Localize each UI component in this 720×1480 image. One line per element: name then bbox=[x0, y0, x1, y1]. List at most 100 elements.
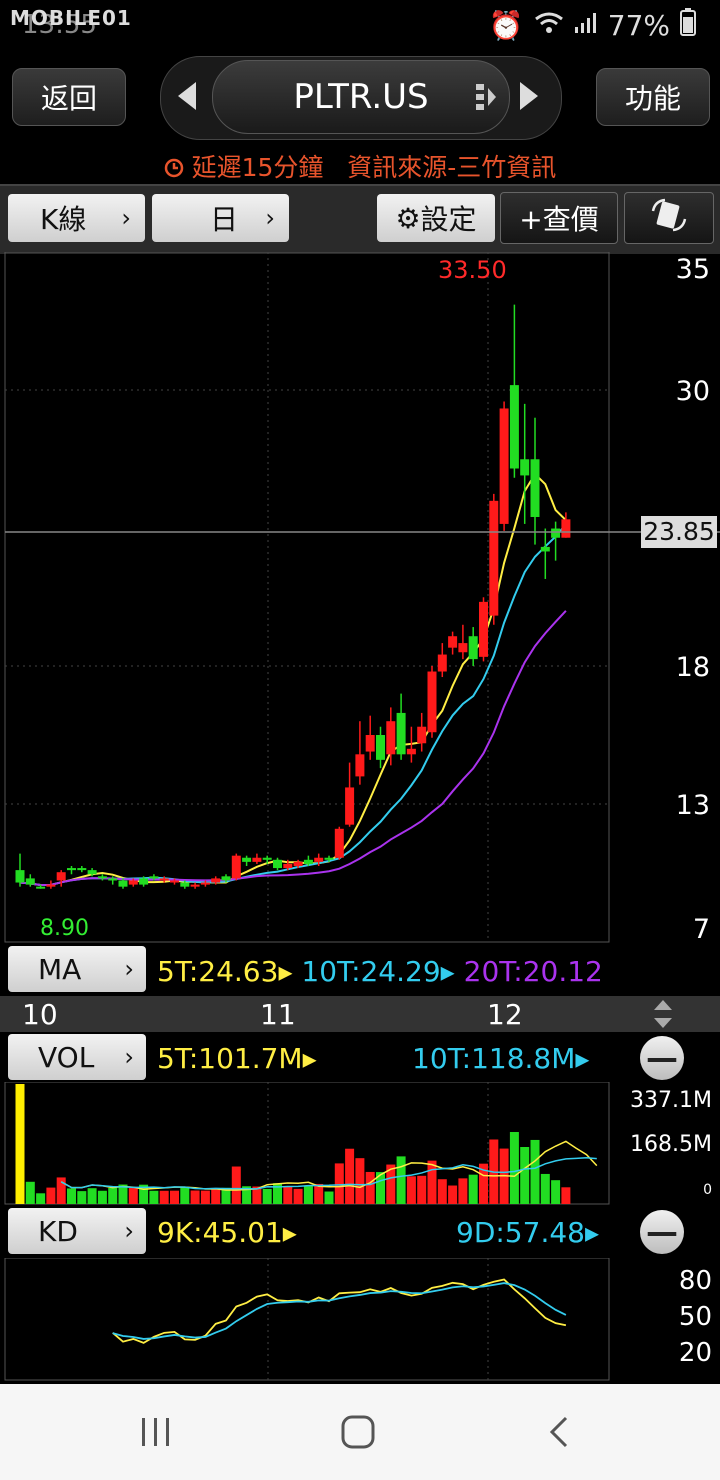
resize-handle-icon[interactable] bbox=[652, 998, 674, 1034]
settings-label: 設定 bbox=[420, 203, 477, 236]
clock-icon bbox=[164, 153, 192, 182]
volume-bar bbox=[283, 1186, 293, 1204]
kline-type-button[interactable]: K線 › bbox=[8, 194, 145, 242]
collapse-kd-button[interactable]: — bbox=[640, 1210, 684, 1254]
x-label-10: 10 bbox=[22, 998, 58, 1031]
volume-bar bbox=[36, 1193, 46, 1204]
chevron-right-icon: › bbox=[265, 204, 275, 232]
candlesticks bbox=[15, 304, 571, 889]
candle-body bbox=[77, 868, 87, 871]
candle-body bbox=[56, 872, 66, 881]
candle-body bbox=[293, 861, 303, 866]
symbol-title[interactable]: PLTR.US bbox=[212, 60, 510, 134]
kd-button[interactable]: KD › bbox=[8, 1208, 146, 1254]
period-button[interactable]: 日 › bbox=[152, 194, 289, 242]
collapse-vol-button[interactable]: — bbox=[640, 1036, 684, 1080]
vol-y-mid: 168.5M bbox=[630, 1132, 712, 1157]
candle-body bbox=[334, 828, 344, 858]
list-icon[interactable] bbox=[476, 82, 498, 116]
back-nav-icon[interactable] bbox=[542, 1414, 578, 1454]
candle-body bbox=[396, 712, 406, 755]
period-label: 日 bbox=[210, 203, 239, 236]
recents-icon[interactable] bbox=[138, 1414, 174, 1454]
y-label-7: 7 bbox=[692, 914, 710, 945]
price-chart[interactable] bbox=[0, 252, 720, 944]
chevron-right-icon: › bbox=[124, 1043, 134, 1071]
chevron-right-icon: › bbox=[121, 204, 131, 232]
volume-bar bbox=[437, 1179, 447, 1204]
vol-y-max: 337.1M bbox=[630, 1088, 712, 1113]
delay-text: 延遲15分鐘 bbox=[191, 153, 324, 182]
status-bar: 13:55 MOBILE01 ⏰ 77% bbox=[0, 0, 720, 48]
ma-button-label: MA bbox=[38, 952, 82, 986]
candle-body bbox=[252, 857, 262, 862]
candle-body bbox=[417, 726, 427, 744]
volume-bar bbox=[67, 1188, 76, 1204]
ma20-value: 20T:20.12 bbox=[463, 955, 603, 988]
watermark-logo: MOBILE01 bbox=[10, 6, 132, 30]
candle-body bbox=[87, 870, 97, 875]
ma10-line bbox=[19, 523, 567, 886]
settings-button[interactable]: ⚙ 設定 bbox=[377, 194, 495, 242]
candle-body bbox=[15, 870, 25, 883]
function-menu-button[interactable]: 功能 bbox=[596, 68, 710, 126]
candle-body bbox=[468, 636, 478, 660]
kd-k-value: 9K:45.01▸ bbox=[157, 1216, 297, 1249]
current-price-tag: 23.85 bbox=[641, 516, 717, 548]
candle-body bbox=[489, 500, 499, 616]
kd-y-80: 80 bbox=[678, 1266, 712, 1296]
kd-button-label: KD bbox=[38, 1214, 78, 1248]
x-label-12: 12 bbox=[487, 998, 523, 1031]
kd-y-20: 20 bbox=[678, 1338, 712, 1368]
candle-body bbox=[273, 859, 282, 869]
volume-bar bbox=[170, 1190, 179, 1204]
candle-body bbox=[345, 787, 355, 825]
next-symbol-icon[interactable] bbox=[516, 80, 542, 116]
volume-bar bbox=[520, 1147, 530, 1204]
x-label-11: 11 bbox=[260, 998, 296, 1031]
volume-bar bbox=[211, 1187, 221, 1204]
prev-symbol-icon[interactable] bbox=[174, 80, 200, 116]
candle-body bbox=[97, 876, 107, 879]
volume-bar bbox=[262, 1188, 272, 1204]
rotate-screen-icon bbox=[649, 197, 689, 240]
candle-body bbox=[427, 671, 437, 733]
vol-y-zero: 0 bbox=[703, 1182, 712, 1198]
kd-lines bbox=[112, 1278, 567, 1344]
quote-button[interactable]: +查價 bbox=[500, 192, 618, 244]
y-label-30: 30 bbox=[675, 376, 710, 407]
home-icon[interactable] bbox=[338, 1412, 378, 1456]
candle-body bbox=[365, 735, 375, 752]
volume-bar bbox=[293, 1188, 303, 1204]
volume-bar bbox=[551, 1180, 561, 1204]
candle-body bbox=[479, 601, 488, 657]
volume-bar bbox=[97, 1190, 107, 1204]
candle-body bbox=[170, 880, 179, 883]
candle-body bbox=[303, 859, 313, 864]
kd-chart[interactable] bbox=[0, 1258, 720, 1382]
volume-bar bbox=[509, 1132, 519, 1204]
price-grid bbox=[5, 252, 609, 942]
system-nav-bar bbox=[0, 1384, 720, 1480]
rotate-screen-button[interactable] bbox=[624, 192, 714, 244]
source-text: 資訊來源-三竹資訊 bbox=[347, 153, 557, 182]
volume-bar bbox=[159, 1190, 169, 1204]
d-line bbox=[112, 1282, 567, 1340]
y-label-13: 13 bbox=[675, 790, 710, 821]
candle-body bbox=[324, 857, 334, 860]
candle-body bbox=[551, 528, 561, 538]
candle-body bbox=[25, 878, 35, 885]
volume-bar bbox=[448, 1185, 458, 1204]
chevron-right-icon: › bbox=[124, 1217, 134, 1245]
candle-body bbox=[355, 754, 365, 777]
vol-button[interactable]: VOL › bbox=[8, 1034, 146, 1080]
candle-body bbox=[406, 748, 416, 755]
wifi-icon bbox=[534, 9, 564, 42]
back-button[interactable]: 返回 bbox=[12, 68, 126, 126]
kline-type-label: K線 bbox=[40, 203, 87, 236]
y-label-35: 35 bbox=[675, 254, 710, 285]
candle-body bbox=[386, 721, 396, 755]
ma-button[interactable]: MA › bbox=[8, 946, 146, 992]
volume-bar bbox=[345, 1148, 355, 1204]
volume-bar bbox=[149, 1190, 159, 1204]
